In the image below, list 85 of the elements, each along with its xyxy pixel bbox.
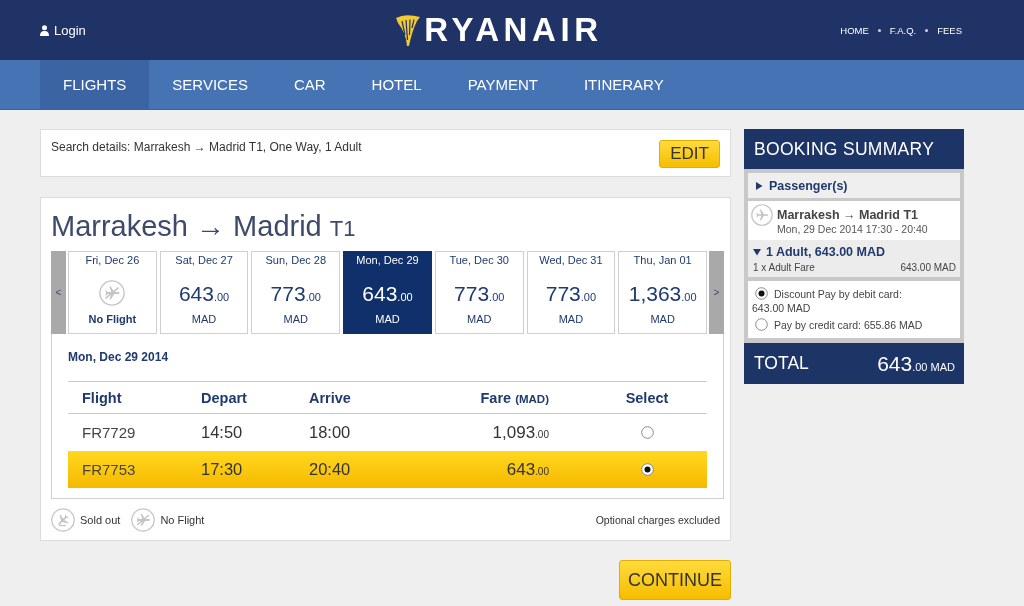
total-label: TOTAL — [754, 353, 809, 374]
payment-option-amount: 655.86 MAD — [863, 319, 923, 331]
date-label: Fri, Dec 26 — [85, 254, 140, 267]
nav-tab[interactable]: HOTEL — [348, 60, 445, 109]
currency-label: MAD — [466, 313, 492, 326]
column-header: Arrive — [309, 389, 352, 406]
nav-tab[interactable]: PAYMENT — [444, 60, 561, 109]
fare-line-amount: 643.00 MAD — [900, 262, 956, 273]
fare-price: 773.00 — [454, 282, 505, 307]
currency-label: MAD — [558, 313, 584, 326]
summary-route: Marrakesh → Madrid T1 — [777, 208, 919, 223]
plane-crossed-icon — [131, 507, 156, 532]
column-header: Select — [624, 389, 670, 406]
login-link[interactable]: Login — [40, 22, 86, 38]
date-card[interactable]: Tue, Dec 30 773.00 MAD — [434, 251, 524, 334]
header-link[interactable]: F.A.Q. — [889, 24, 917, 36]
date-label: Thu, Jan 01 — [633, 254, 692, 267]
date-card[interactable]: Wed, Dec 31 773.00 MAD — [526, 251, 616, 334]
previous-dates-button[interactable]: < — [51, 251, 66, 334]
select-radio[interactable] — [640, 463, 654, 476]
total-amount: 643.00 MAD — [877, 351, 955, 376]
header-link[interactable]: HOME — [840, 24, 869, 36]
edit-button[interactable]: EDIT — [659, 140, 720, 168]
header-link[interactable]: FEES — [937, 24, 962, 36]
plane-icon — [751, 204, 773, 226]
passengers-toggle[interactable]: Passenger(s) — [748, 173, 960, 198]
arrive-time-cell-text: 20:40 — [309, 460, 352, 479]
column-header: Flight — [81, 389, 123, 406]
nav-tab[interactable]: CAR — [270, 60, 349, 109]
fare-line-label: 1 x Adult Fare — [753, 262, 815, 273]
nav-tab[interactable]: FLIGHTS — [40, 60, 150, 109]
depart-time-cell-text: 14:50 — [201, 423, 244, 442]
next-dates-button[interactable]: > — [709, 251, 724, 334]
fare-price: 1,363.00 — [628, 282, 697, 307]
payment-option-label: Pay by credit card: — [774, 319, 861, 331]
legend-label: Sold out — [80, 513, 121, 526]
date-label: Tue, Dec 30 — [449, 254, 509, 267]
date-card[interactable]: Fri, Dec 26 No Flight — [68, 251, 157, 334]
date-label: Mon, Dec 29 — [356, 254, 419, 267]
fare-cell-text: 1,093.00 — [491, 422, 550, 443]
search-details-text: Search details: Marrakesh → Madrid T1, One Way, 1 Adult — [51, 140, 362, 154]
nav-tab[interactable]: ITINERARY — [560, 60, 687, 109]
fare-price: 773.00 — [545, 282, 597, 307]
charges-note: Optional charges excluded — [595, 513, 720, 526]
summary-title: BOOKING SUMMARY — [744, 129, 964, 169]
payment-option-amount: 643.00 MAD — [752, 302, 811, 314]
route-heading: Marrakesh → Madrid T1 — [51, 209, 357, 244]
date-label: Sat, Dec 27 — [175, 254, 233, 267]
select-radio[interactable] — [640, 426, 654, 439]
nav-tab[interactable]: SERVICES — [149, 60, 271, 109]
fare-price: 773.00 — [270, 282, 321, 307]
flight-number-cell-text: FR7729 — [81, 424, 137, 441]
flight-number-cell-text: FR7753 — [81, 461, 137, 478]
payment-radio[interactable] — [755, 287, 768, 300]
plane-crossed-icon — [99, 280, 126, 306]
fare-price: 643.00 — [178, 282, 230, 307]
date-label: Sun, Dec 28 — [265, 254, 327, 267]
column-header: Fare (MAD) — [479, 389, 550, 406]
date-card[interactable]: Sun, Dec 28 773.00 MAD — [251, 251, 341, 334]
selected-date-title: Mon, Dec 29 2014 — [68, 350, 170, 364]
summary-flight-time: Mon, 29 Dec 2014 17:30 - 20:40 — [777, 223, 928, 236]
date-label: Wed, Dec 31 — [539, 254, 603, 267]
date-card[interactable]: Mon, Dec 29 643.00 MAD — [343, 251, 432, 334]
continue-button[interactable]: CONTINUE — [619, 560, 731, 600]
harp-logo-icon — [395, 13, 422, 47]
no-flight-label: No Flight — [88, 313, 137, 326]
currency-label: MAD — [650, 313, 675, 326]
payment-radio[interactable] — [755, 318, 768, 331]
depart-time-cell-text: 17:30 — [201, 460, 244, 479]
arrive-time-cell-text: 18:00 — [309, 423, 352, 442]
currency-label: MAD — [191, 313, 217, 326]
logo-wordmark: RYANAIR — [424, 12, 603, 48]
payment-option-label: Discount Pay by debit card: — [774, 288, 902, 300]
person-icon — [40, 24, 49, 36]
flight-row[interactable]: FR7753 17:30 20:40 643.00 — [68, 451, 707, 488]
date-card[interactable]: Thu, Jan 01 1,363.00 MAD — [618, 251, 707, 334]
column-header: Depart — [201, 389, 248, 406]
legend-label: No Flight — [160, 513, 205, 526]
fare-group-toggle[interactable]: 1 Adult, 643.00 MAD — [753, 245, 885, 259]
fare-price: 643.00 — [362, 282, 413, 307]
currency-label: MAD — [375, 313, 400, 326]
date-card[interactable]: Sat, Dec 27 643.00 MAD — [159, 251, 249, 334]
fare-cell-text: 643.00 — [505, 459, 550, 480]
plane-descending-icon — [51, 507, 75, 532]
currency-label: MAD — [283, 313, 308, 326]
